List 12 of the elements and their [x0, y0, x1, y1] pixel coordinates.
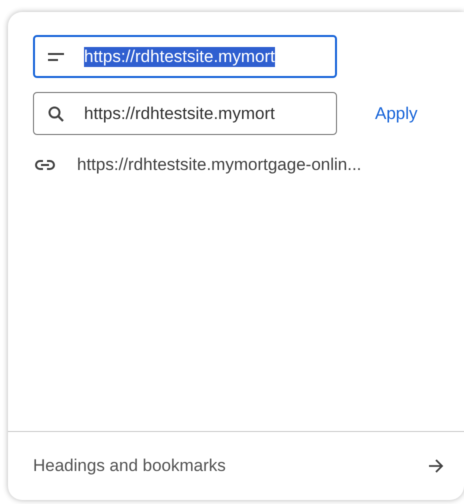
text-lines-icon [48, 52, 64, 62]
link-icon [35, 160, 55, 170]
arrow-right-icon [428, 459, 444, 473]
search-field[interactable]: https://rdhtestsite.mymort [33, 92, 337, 135]
search-text: https://rdhtestsite.mymort [84, 104, 275, 124]
footer-label: Headings and bookmarks [33, 456, 226, 476]
search-icon [48, 106, 64, 122]
result-link[interactable]: https://rdhtestsite.mymortgage-onlin... [77, 155, 362, 175]
title-text: https://rdhtestsite.mymort [84, 46, 275, 66]
headings-bookmarks-item[interactable]: Headings and bookmarks [8, 431, 464, 500]
apply-button[interactable]: Apply [369, 100, 424, 128]
title-field[interactable]: https://rdhtestsite.mymort [33, 35, 337, 78]
